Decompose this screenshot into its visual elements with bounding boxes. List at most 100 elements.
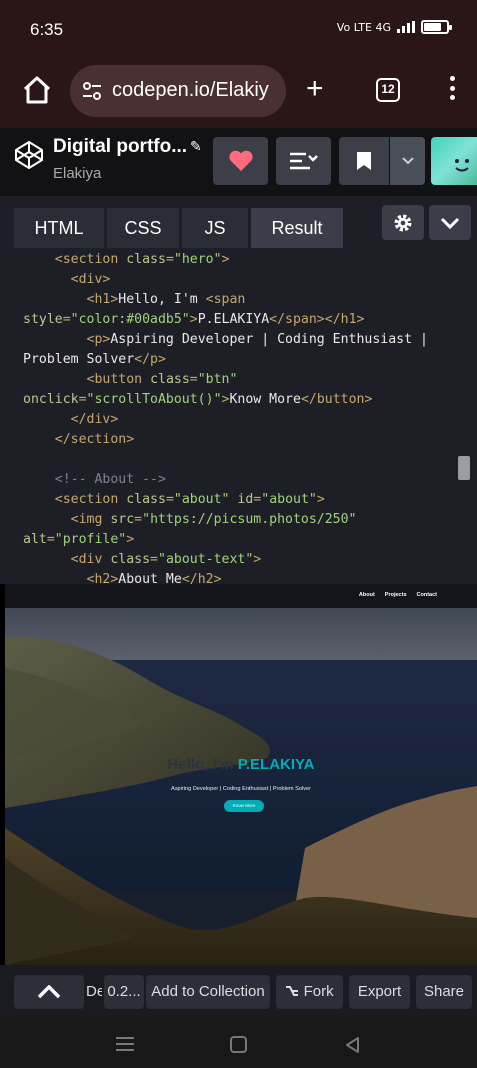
- code-line[interactable]: <h2>About Me</h2>: [0, 570, 470, 584]
- result-preview: About Projects Contact Hello, I'm P.ELAK…: [5, 584, 477, 965]
- truncated-button[interactable]: De: [86, 975, 102, 1009]
- code-token: </section>: [54, 432, 135, 447]
- change-view-button[interactable]: [276, 137, 331, 185]
- bookmark-icon: [357, 152, 371, 170]
- recent-apps-icon[interactable]: [116, 1037, 134, 1051]
- code-token: Problem Solver: [23, 352, 135, 367]
- battery-icon: [421, 20, 452, 34]
- pen-title[interactable]: Digital portfo...: [53, 136, 187, 158]
- code-token: =: [189, 372, 198, 387]
- chevron-up-icon: [37, 985, 61, 999]
- codepen-logo-icon[interactable]: [14, 140, 44, 170]
- edit-pencil-icon[interactable]: ✎: [190, 138, 202, 155]
- home-icon[interactable]: [20, 73, 54, 107]
- system-indicators: Vo LTE 4G: [336, 20, 452, 34]
- version-pill[interactable]: 0.2...: [104, 975, 144, 1009]
- add-to-collection-button[interactable]: Add to Collection: [146, 975, 270, 1009]
- preview-nav-projects[interactable]: Projects: [385, 592, 407, 598]
- code-line[interactable]: <!-- About -->: [0, 470, 470, 490]
- code-token: =: [62, 312, 71, 327]
- code-line[interactable]: <button class="btn": [0, 370, 470, 390]
- code-token: =: [165, 492, 174, 507]
- code-line[interactable]: <div>: [0, 270, 470, 290]
- address-bar[interactable]: codepen.io/Elakiy: [70, 65, 286, 117]
- bookmark-dropdown-button[interactable]: [390, 137, 425, 185]
- code-line[interactable]: onclick="scrollToAbout()">Know More</but…: [0, 390, 470, 410]
- code-content[interactable]: <section class="hero"> <div> <h1>Hello, …: [0, 250, 470, 584]
- tab-css[interactable]: CSS: [107, 208, 179, 248]
- export-button[interactable]: Export: [349, 975, 410, 1009]
- code-line[interactable]: <section class="hero">: [0, 250, 470, 270]
- preview-know-more-button[interactable]: Know More: [224, 800, 264, 812]
- heart-icon: [228, 150, 253, 171]
- collapse-editor-button[interactable]: [429, 205, 471, 240]
- preview-hello-text: Hello, I'm: [167, 756, 234, 773]
- code-token: "btn": [197, 372, 238, 387]
- editor-tabs: HTML CSS JS Result: [14, 208, 343, 248]
- code-token: </h2>: [181, 572, 222, 584]
- code-line[interactable]: <p>Aspiring Developer | Coding Enthusias…: [0, 330, 470, 350]
- url-text[interactable]: codepen.io/Elakiy: [112, 79, 269, 102]
- code-token: =: [78, 392, 87, 407]
- code-token: >: [316, 492, 325, 507]
- share-button[interactable]: Share: [416, 975, 472, 1009]
- code-line[interactable]: <div class="about-text">: [0, 550, 470, 570]
- gear-icon: [394, 214, 412, 231]
- tab-js[interactable]: JS: [182, 208, 248, 248]
- preview-name: P.ELAKIYA: [237, 756, 315, 773]
- code-token: About Me: [118, 572, 182, 584]
- preview-nav-about[interactable]: About: [359, 592, 375, 598]
- system-navigation-bar: [0, 1017, 477, 1068]
- bookmark-button[interactable]: [339, 137, 389, 185]
- code-line[interactable]: alt="profile">: [0, 530, 470, 550]
- expand-console-button[interactable]: [14, 975, 84, 1009]
- code-token: "profile": [54, 532, 127, 547]
- back-icon[interactable]: [344, 1036, 362, 1054]
- code-line[interactable]: </div>: [0, 410, 470, 430]
- code-token: class: [150, 372, 190, 387]
- code-token: class: [126, 492, 166, 507]
- code-editor-panel: HTML CSS JS Result <section class="hero"…: [0, 196, 477, 584]
- code-token: <img: [70, 512, 111, 527]
- fork-icon: [286, 986, 299, 996]
- signal-icon: Vo LTE 4G: [336, 20, 391, 34]
- tab-result[interactable]: Result: [251, 208, 343, 248]
- code-token: src: [110, 512, 135, 527]
- code-token: Know More: [229, 392, 301, 407]
- tab-html[interactable]: HTML: [14, 208, 104, 248]
- preview-nav-contact[interactable]: Contact: [417, 592, 437, 598]
- code-line[interactable]: <section class="about" id="about">: [0, 490, 470, 510]
- pen-author[interactable]: Elakiya: [53, 165, 101, 182]
- tab-switcher-button[interactable]: 12: [376, 78, 400, 102]
- code-line[interactable]: Problem Solver</p>: [0, 350, 470, 370]
- love-button[interactable]: [213, 137, 268, 185]
- signal-bars-icon: [397, 21, 415, 33]
- more-menu-icon[interactable]: [444, 76, 460, 104]
- fork-button[interactable]: Fork: [276, 975, 343, 1009]
- user-avatar[interactable]: [431, 137, 477, 185]
- code-line[interactable]: </section>: [0, 430, 470, 450]
- code-line[interactable]: <img src="https://picsum.photos/250": [0, 510, 470, 530]
- code-token: >: [221, 252, 230, 267]
- new-tab-icon[interactable]: +: [306, 74, 324, 104]
- code-line[interactable]: style="color:#00adb5">P.ELAKIYA</span></…: [0, 310, 470, 330]
- code-token: "about-text": [158, 552, 254, 567]
- code-line[interactable]: [0, 450, 470, 470]
- code-token: "color:#00adb5": [70, 312, 190, 327]
- preview-navbar: About Projects Contact: [5, 584, 477, 608]
- code-token: id: [229, 492, 254, 507]
- code-token: style: [23, 312, 63, 327]
- code-line[interactable]: <h1>Hello, I'm <span: [0, 290, 470, 310]
- site-settings-icon[interactable]: [82, 81, 102, 101]
- home-button-icon[interactable]: [230, 1036, 247, 1053]
- code-token: "https://picsum.photos/250": [142, 512, 357, 527]
- editor-settings-button[interactable]: [382, 205, 424, 240]
- fork-label: Fork: [303, 983, 334, 1000]
- editor-scrollbar[interactable]: [458, 456, 470, 480]
